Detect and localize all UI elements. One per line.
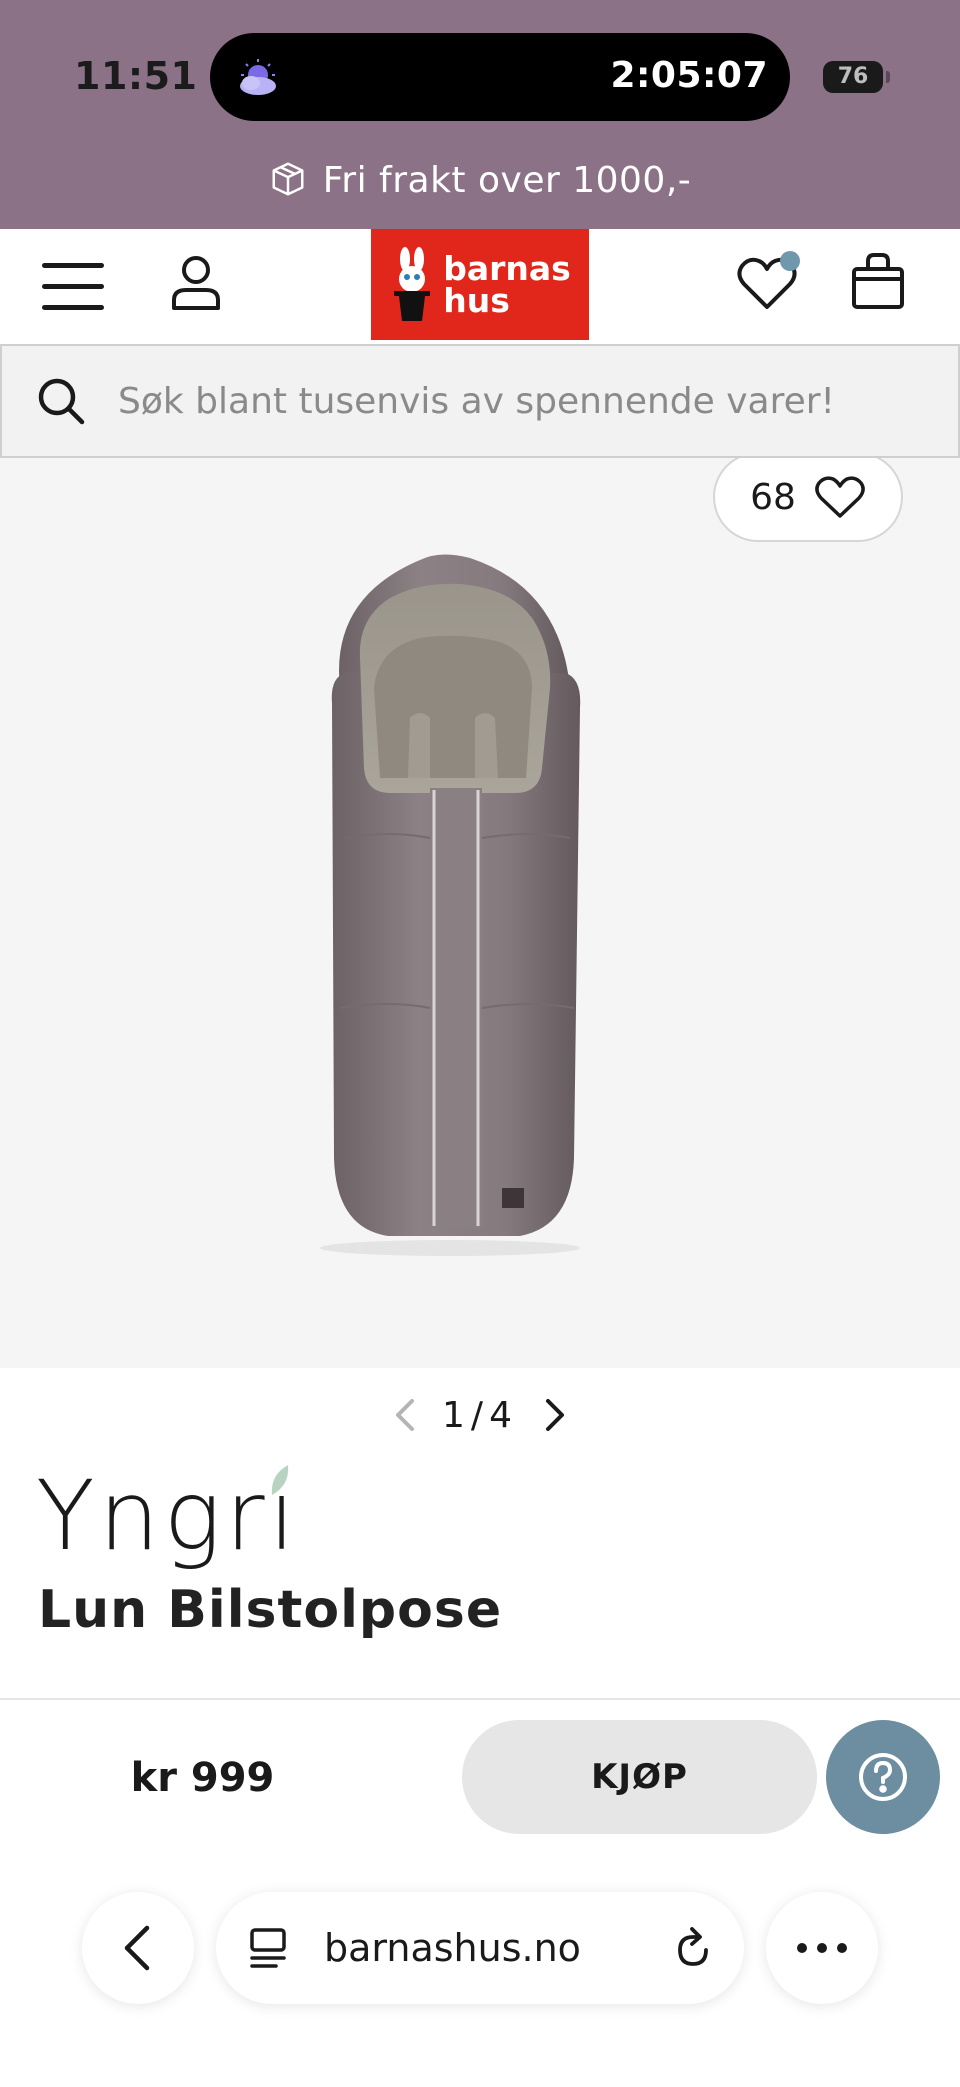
bunny-hat-logo-icon — [394, 246, 431, 321]
status-time: 11:51 — [74, 54, 198, 98]
pager-current: 1 — [442, 1394, 471, 1436]
like-count: 68 — [750, 476, 796, 518]
image-pager: 1/4 — [0, 1385, 960, 1445]
search-icon[interactable] — [36, 376, 86, 426]
heart-outline-icon — [815, 476, 865, 518]
pager-separator: / — [470, 1394, 490, 1436]
previous-image-chevron-icon[interactable] — [390, 1395, 420, 1435]
like-button[interactable]: 68 — [713, 458, 903, 542]
logo-text-line2: hus — [443, 280, 510, 320]
promo-label: Fri frakt over 1000,- — [322, 160, 692, 201]
more-icon — [797, 1943, 847, 1953]
tabs-icon[interactable] — [248, 1926, 288, 1970]
battery-indicator: 76 — [823, 61, 890, 93]
browser-more-button[interactable] — [766, 1892, 878, 2004]
help-button[interactable] — [826, 1720, 940, 1834]
package-icon — [272, 162, 304, 196]
url-text: barnashus.no — [324, 1926, 581, 1970]
shopping-bag-icon[interactable] — [850, 251, 906, 311]
brand-leaf-icon — [271, 1465, 289, 1495]
promo-text-row: Fri frakt over 1000,- — [0, 160, 960, 201]
divider — [0, 1698, 960, 1700]
wishlist-notification-dot — [780, 251, 800, 271]
search-bar — [0, 344, 960, 458]
pager-position: 1/4 — [442, 1395, 518, 1436]
user-icon[interactable] — [170, 254, 222, 310]
address-bar[interactable]: barnashus.no — [216, 1892, 744, 2004]
brand-logo-yngri[interactable]: Yngri — [36, 1460, 299, 1572]
next-image-chevron-icon[interactable] — [540, 1395, 570, 1435]
search-input[interactable] — [118, 380, 938, 422]
product-title: Lun Bilstolpose — [38, 1580, 503, 1640]
question-mark-icon — [859, 1753, 907, 1801]
browser-back-button[interactable] — [82, 1892, 194, 2004]
weather-moon-cloud-icon — [240, 59, 276, 95]
dynamic-island: 2:05:07 — [210, 33, 790, 121]
product-price: kr 999 — [130, 1755, 275, 1801]
site-header: barnas hus — [0, 229, 960, 344]
pager-total: 4 — [489, 1394, 518, 1436]
promo-banner: 11:51 2:05:07 76 Fri frakt over 1000,- — [0, 0, 960, 229]
product-image-footmuff — [320, 554, 581, 1256]
back-chevron-icon — [124, 1925, 150, 1971]
buy-button[interactable]: KJØP — [462, 1720, 817, 1834]
island-timer: 2:05:07 — [610, 55, 768, 96]
reload-icon[interactable] — [672, 1926, 714, 1970]
barnashus-logo[interactable]: barnas hus — [371, 229, 589, 340]
logo-text: barnas hus — [443, 248, 571, 320]
menu-icon[interactable] — [42, 263, 104, 313]
product-image-gallery[interactable]: 68 — [0, 458, 960, 1368]
logo-text-line1: barnas — [443, 248, 571, 288]
